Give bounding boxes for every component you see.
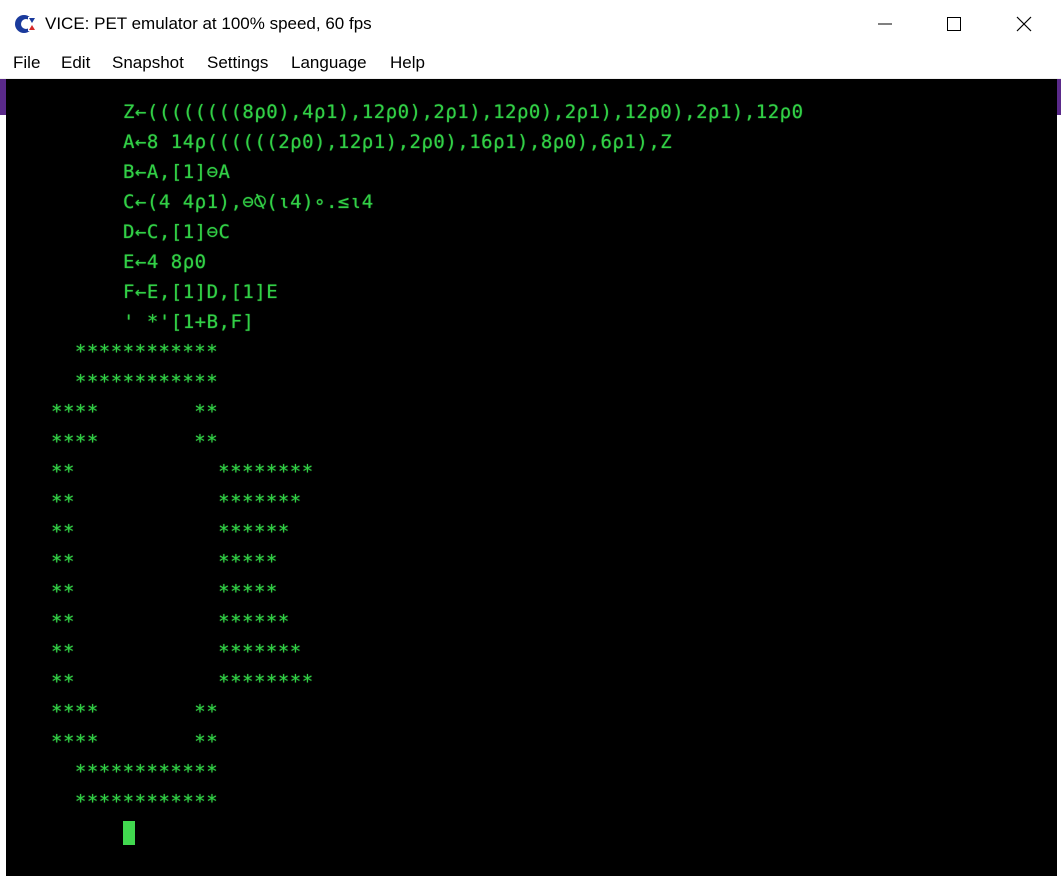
menu-file[interactable]: File bbox=[13, 53, 40, 73]
menu-bar: File Edit Snapshot Settings Language Hel… bbox=[0, 48, 1061, 79]
emulator-screen[interactable]: Z←((((((((8⍴0),4⍴1),12⍴0),2⍴1),12⍴0),2⍴1… bbox=[6, 79, 1057, 876]
menu-settings[interactable]: Settings bbox=[207, 53, 268, 73]
screen-line: **** ** bbox=[51, 431, 219, 453]
screen-line: ** ***** bbox=[51, 551, 278, 573]
window-title: VICE: PET emulator at 100% speed, 60 fps bbox=[45, 14, 372, 33]
close-icon bbox=[1016, 16, 1032, 32]
screen-line: C←(4 4⍴1),⊖⍉(ι4)∘.≤ι4 bbox=[123, 191, 374, 213]
screen-line: A←8 14⍴((((((2⍴0),12⍴1),2⍴0),16⍴1),8⍴0),… bbox=[123, 131, 673, 153]
screen-line: D←C,[1]⊖C bbox=[123, 221, 231, 243]
screen-line: ** ****** bbox=[51, 611, 290, 633]
maximize-button[interactable] bbox=[919, 0, 989, 48]
screen-line: **** ** bbox=[51, 701, 219, 723]
screen-line: ** ******* bbox=[51, 641, 302, 663]
minimize-button[interactable] bbox=[850, 0, 920, 48]
screen-line: B←A,[1]⊖A bbox=[123, 161, 231, 183]
screen-line: Z←((((((((8⍴0),4⍴1),12⍴0),2⍴1),12⍴0),2⍴1… bbox=[123, 101, 804, 123]
maximize-icon bbox=[947, 17, 961, 31]
commodore-logo-icon bbox=[15, 15, 36, 33]
screen-line: ** ******** bbox=[51, 671, 314, 693]
text-cursor bbox=[123, 821, 135, 845]
menu-help[interactable]: Help bbox=[390, 53, 425, 73]
menu-edit[interactable]: Edit bbox=[61, 53, 90, 73]
screen-line: **** ** bbox=[51, 401, 219, 423]
close-button[interactable] bbox=[989, 0, 1059, 48]
screen-line: ** ******** bbox=[51, 461, 314, 483]
screen-line: ************ bbox=[51, 761, 219, 783]
screen-line: ************ bbox=[51, 371, 219, 393]
screen-line: ** ****** bbox=[51, 521, 290, 543]
screen-line: ************ bbox=[51, 341, 219, 363]
menu-language[interactable]: Language bbox=[291, 53, 367, 73]
menu-snapshot[interactable]: Snapshot bbox=[112, 53, 184, 73]
screen-line: F←E,[1]D,[1]E bbox=[123, 281, 279, 303]
screen-line: ** ***** bbox=[51, 581, 278, 603]
screen-line: **** ** bbox=[51, 731, 219, 753]
screen-line: ************ bbox=[51, 791, 219, 813]
window-edge bbox=[1057, 79, 1061, 115]
screen-line: ** ******* bbox=[51, 491, 302, 513]
screen-line: E←4 8⍴0 bbox=[123, 251, 207, 273]
screen-line: ' *'[1+B,F] bbox=[123, 311, 255, 333]
minimize-icon bbox=[878, 23, 892, 25]
title-bar: VICE: PET emulator at 100% speed, 60 fps bbox=[0, 0, 1061, 48]
